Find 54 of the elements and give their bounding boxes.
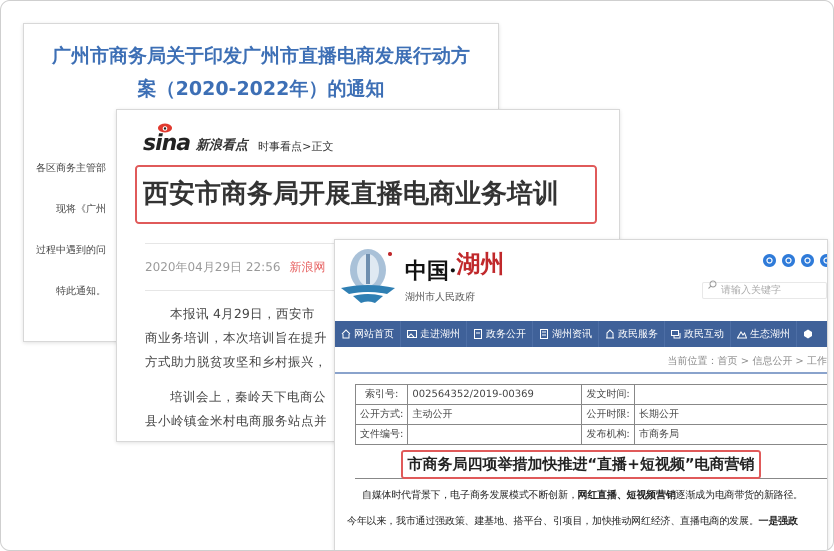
body-text: 商业务培训，本次培训旨在提升 [145,330,327,345]
body-text: 自媒体时代背景下，电子商务发展模式不断创新，网红直播、短视频营销逐渐成为电商带货的新路径。 [361,490,804,500]
breadcrumb: 当前位置：首页 > 信息公开 > 工作 [668,354,827,369]
nav-tab[interactable]: 湖州资讯 [533,321,599,347]
body-text: 特此通知。 [55,286,106,297]
mountain-icon [737,329,747,339]
body-text: 过程中遇到的问 [36,245,106,256]
share-icon [763,254,776,267]
home-icon [341,329,351,339]
share-icon [782,254,795,267]
body-text: 县小岭镇金米村电商服务站点并 [145,413,327,428]
body-text: 培训会上，秦岭天下电商公 [169,389,326,404]
document-title: 广州市商务局关于印发广州市直播电商发展行动方 [50,44,471,69]
nav-tab[interactable]: 网站首页 [335,321,401,347]
breadcrumb: 时事看点>正文 [258,138,334,154]
building-icon [605,329,615,339]
table-cell: 公开方式: [356,404,408,424]
nav-tab[interactable]: 政民互动 [665,321,731,347]
table-cell: 主动公开 [408,404,582,424]
emblem-logo-icon [339,248,397,306]
body-text: 今年以来，我市通过强政策、建基地、搭平台、引项目，加快推动网红经济、直播电商的发展。一是强政 [347,516,798,526]
list-icon [539,329,549,339]
body-text: 方式助力脱贫攻坚和乡村振兴， [145,354,327,369]
search-icon [708,280,717,289]
image-icon [407,329,417,339]
table-cell: 发文时间: [582,384,634,404]
logo-text: 中国· [405,260,457,282]
site-name: 湖州市人民政府 [405,290,476,305]
logo-text: sina [143,133,190,155]
document-icon [473,329,483,339]
table-cell: 公开时限: [582,404,634,424]
cube-icon [803,329,813,339]
nav-tab[interactable]: 政务公开 [467,321,533,347]
logo-subtitle: 新浪看点 [196,136,248,154]
source-link[interactable]: 新浪网 [289,258,326,290]
document-title: 案（2020-2022年）的通知 [136,77,386,102]
share-icon [801,254,814,267]
article-title: 西安市商务局开展直播电商业务培训 [135,165,597,224]
logo-accent-text: 湖州 [456,252,505,276]
nav-tab[interactable]: 走进湖州 [401,321,467,347]
body-text: 现将《广州 [55,204,106,215]
table-cell: 文件编号: [356,424,408,444]
eye-logo-icon [157,122,173,133]
body-text: 本报讯 4月29日，西安市 [169,306,315,321]
table-cell: 索引号: [356,384,408,404]
table-cell: 002564352/2019-00369 [408,384,582,404]
body-text: 各区商务主管部 [36,163,106,174]
nav-tab[interactable]: 政民服务 [599,321,665,347]
publish-date: 2020年04月29日 22:56 [145,259,280,276]
article-title: 市商务局四项举措加快推进“直播+短视频”电商营销 [401,450,761,478]
search-field[interactable]: 请输入关键字 [702,282,827,299]
table-cell: 发布机构: [582,424,634,444]
nav-tab[interactable]: 生态湖州 [731,321,797,347]
chat-icon [671,329,681,339]
